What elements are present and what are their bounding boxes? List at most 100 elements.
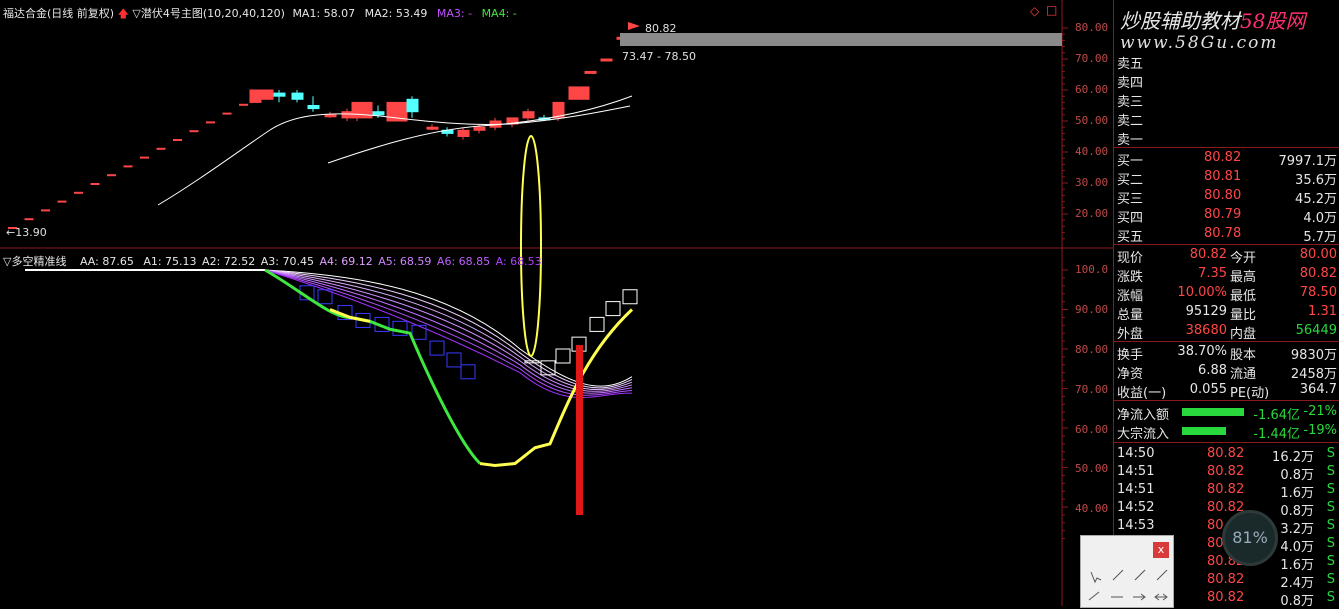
bid-volume: 7997.1万 — [1278, 154, 1338, 169]
arrow-tool-icon — [1133, 593, 1146, 601]
candle-body — [351, 101, 373, 119]
indicator-name[interactable]: ▽潜伏4号主图(10,20,40,120) — [132, 7, 285, 20]
candle-body — [273, 92, 286, 97]
candle-body — [584, 70, 597, 74]
divider — [1114, 341, 1339, 342]
highlight-ellipse — [520, 135, 542, 357]
tick-row[interactable]: 14:50 80.82 16.2万 S — [1114, 445, 1339, 465]
lower-indicator-name[interactable]: ▽多空精准线 — [3, 255, 66, 268]
candle-body — [426, 126, 439, 130]
candle-body — [600, 58, 613, 62]
yellow-signal-line — [479, 308, 634, 468]
candle-body — [473, 126, 486, 131]
bid-row[interactable]: 买四 80.79 4.0万 — [1114, 206, 1339, 226]
stats-label: PE(动) — [1230, 386, 1270, 401]
tick-row[interactable]: 14:51 80.82 0.8万 S — [1114, 463, 1339, 483]
bid-row[interactable]: 买一 80.82 7997.1万 — [1114, 149, 1339, 169]
a6-value: A6: 68.85 — [436, 255, 491, 268]
divider — [1114, 442, 1339, 443]
bid-volume: 5.7万 — [1303, 230, 1337, 245]
tick-price: 80.82 — [1207, 590, 1245, 605]
bid-price: 80.82 — [1204, 150, 1242, 165]
buy-signal-bar — [576, 345, 583, 515]
range-label: 73.47 - 78.50 — [622, 50, 696, 63]
quote-label: 总量 — [1117, 308, 1144, 323]
bid-row[interactable]: 买五 80.78 5.7万 — [1114, 225, 1339, 245]
ask-label: 卖二 — [1117, 114, 1144, 129]
ask-row[interactable]: 卖五 — [1114, 52, 1339, 72]
stats-value: 9830万 — [1290, 348, 1337, 363]
flow-row: 净流入额 -1.64亿 -21% — [1114, 403, 1339, 423]
quote-value: 38680 — [1185, 323, 1227, 338]
ask-row[interactable]: 卖四 — [1114, 71, 1339, 91]
quote-value: 56449 — [1295, 323, 1337, 338]
upper-axis-label: 30.00 — [1075, 176, 1109, 189]
bid-price: 80.80 — [1204, 188, 1242, 203]
watermark-banner: 炒股辅助教材58股网 www.58Gu.com — [1114, 0, 1339, 58]
stats-value: 38.70% — [1177, 344, 1227, 359]
quote-label: 外盘 — [1117, 327, 1144, 342]
tick-side: S — [1326, 446, 1335, 461]
divider — [1114, 400, 1339, 401]
a2-value: A2: 72.52 — [202, 255, 256, 268]
a-value: A: 68.53 — [495, 255, 542, 268]
maximize-icon[interactable]: □ — [1046, 3, 1057, 17]
divider — [1114, 244, 1339, 245]
quote-label: 最低 — [1230, 289, 1257, 304]
bid-label: 买二 — [1117, 173, 1144, 188]
indicator-box-up — [555, 348, 571, 364]
upper-axis-label: 70.00 — [1075, 52, 1109, 65]
tick-row[interactable]: 14:52 80.82 0.8万 S — [1114, 499, 1339, 519]
upper-axis-label: 50.00 — [1075, 114, 1109, 127]
lower-axis-label: 90.00 — [1075, 303, 1109, 316]
a3-value: A3: 70.45 — [260, 255, 314, 268]
quote-label: 涨幅 — [1117, 289, 1144, 304]
bid-row[interactable]: 买二 80.81 35.6万 — [1114, 168, 1339, 188]
flow-bar — [1182, 408, 1244, 416]
high-marker-icon — [628, 22, 640, 30]
bid-row[interactable]: 买三 80.80 45.2万 — [1114, 187, 1339, 207]
candle-body — [568, 86, 590, 100]
range-tool-icon — [1154, 593, 1168, 601]
indicator-box-up — [589, 316, 605, 332]
cpu-gauge-widget[interactable]: 81% — [1222, 510, 1278, 566]
upper-chart-header: 福达合金(日线 前复权) 🡅 ▽潜伏4号主图(10,20,40,120) MA1… — [3, 5, 517, 24]
ask-label: 卖四 — [1117, 76, 1144, 91]
quote-value: 7.35 — [1198, 266, 1227, 281]
ask-row[interactable]: 卖三 — [1114, 90, 1339, 110]
quote-label: 现价 — [1117, 251, 1144, 266]
watermark-line1: 炒股辅助教材58股网 — [1120, 5, 1305, 34]
tick-time: 14:52 — [1117, 500, 1155, 515]
tick-time: 14:51 — [1117, 482, 1155, 497]
flow-label: 大宗流入 — [1117, 427, 1170, 442]
drawing-tools-grid — [1088, 569, 1168, 601]
ask-label: 卖三 — [1117, 95, 1144, 110]
tick-price: 80.82 — [1207, 572, 1245, 587]
stats-value: 0.055 — [1189, 382, 1227, 397]
quote-value: 80.82 — [1299, 266, 1337, 281]
high-price-label: 80.82 — [645, 22, 677, 35]
stats-label: 换手 — [1117, 348, 1144, 363]
lower-axis-label: 40.00 — [1075, 502, 1109, 515]
stats-row: 收益(一) 0.055 PE(动) 364.7 — [1114, 381, 1339, 401]
drawing-tools-popup[interactable]: x — [1080, 535, 1174, 608]
bid-volume: 45.2万 — [1295, 192, 1337, 207]
quote-label: 量比 — [1230, 308, 1257, 323]
stock-title[interactable]: 福达合金(日线 前复权) — [3, 7, 114, 20]
diamond-icon[interactable]: ◇ — [1030, 4, 1039, 18]
tick-side: S — [1326, 572, 1335, 587]
tick-row[interactable]: 14:51 80.82 1.6万 S — [1114, 481, 1339, 501]
low-price-label: ←13.90 — [6, 226, 47, 239]
flow-percent: -19% — [1303, 423, 1337, 438]
ask-label: 卖一 — [1117, 133, 1144, 148]
chart-canvas[interactable] — [0, 0, 1113, 606]
tick-time: 14:50 — [1117, 446, 1155, 461]
stats-value: 2458万 — [1290, 367, 1337, 382]
ma3-value: MA3: - — [436, 7, 473, 20]
candle-body — [372, 111, 385, 116]
bid-price: 80.78 — [1204, 226, 1242, 241]
stats-label: 股本 — [1230, 348, 1257, 363]
ask-row[interactable]: 卖一 — [1114, 128, 1339, 148]
bid-label: 买三 — [1117, 192, 1144, 207]
ask-row[interactable]: 卖二 — [1114, 109, 1339, 129]
